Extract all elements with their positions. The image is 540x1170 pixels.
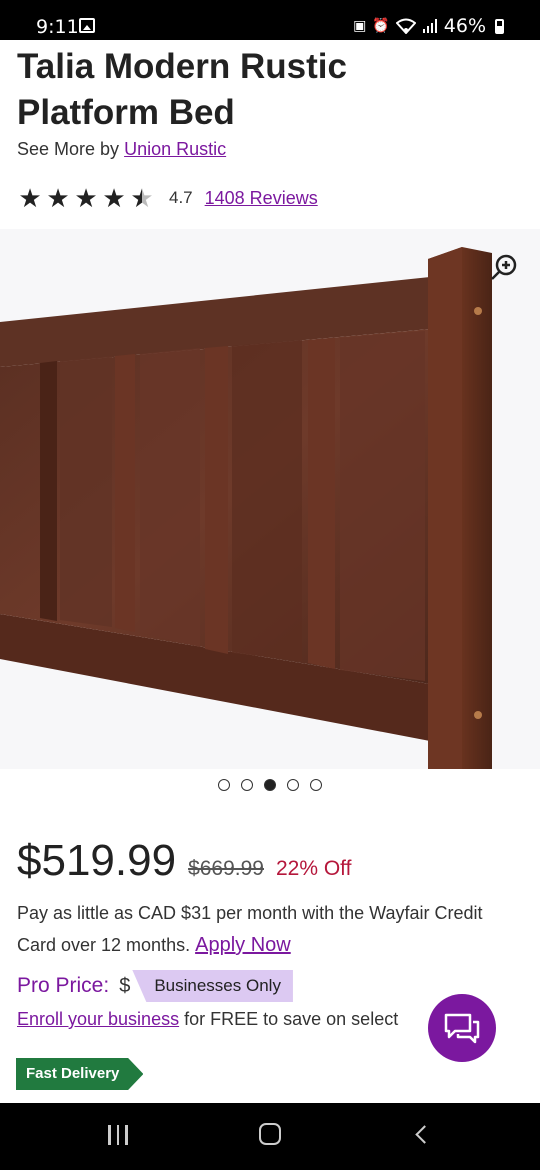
financing-offer: Pay as little as CAD $31 per month with …	[17, 897, 517, 961]
star-icon: ★	[18, 183, 42, 213]
discount-label: 22% Off	[275, 857, 352, 880]
battery-icon	[495, 18, 504, 34]
businesses-only-badge: Businesses Only	[128, 970, 293, 1002]
notification-icon: ▣	[353, 18, 367, 34]
price-row: $519.99 $669.99 22% Off	[17, 836, 351, 886]
product-title: Talia Modern Rustic Platform Bed	[17, 47, 347, 132]
chat-button[interactable]	[428, 994, 496, 1062]
pro-price-label: Pro Price:	[17, 974, 110, 997]
pro-price-dollar: $	[119, 974, 131, 997]
wifi-icon	[395, 18, 416, 34]
bed-headboard-photo	[0, 229, 540, 769]
star-icon: ★	[46, 183, 70, 213]
apply-now-link[interactable]: Apply Now	[195, 934, 291, 956]
product-image[interactable]	[0, 229, 540, 769]
alarm-icon: ⏰	[372, 18, 390, 34]
star-icon: ★	[74, 183, 98, 213]
status-time: 9:11	[36, 16, 79, 38]
brand-link[interactable]: Union Rustic	[124, 139, 226, 159]
carousel-indicator	[0, 779, 540, 791]
status-icons: ▣ ⏰ 46%	[353, 15, 504, 37]
carousel-dot[interactable]	[218, 779, 230, 791]
enroll-suffix: for FREE to save on select	[184, 1009, 399, 1029]
system-nav-bar	[0, 1103, 540, 1170]
rating-row: ★ ★ ★ ★ ★ 4.7 1408 Reviews	[17, 184, 318, 212]
fast-delivery-badge: Fast Delivery	[16, 1058, 144, 1090]
signal-icon	[422, 19, 437, 33]
back-button[interactable]	[415, 1125, 434, 1144]
carousel-dot-active[interactable]	[264, 779, 276, 791]
carousel-dot[interactable]	[310, 779, 322, 791]
battery-level: 46%	[443, 15, 486, 37]
status-bar: 9:11 ▣ ⏰ 46%	[0, 0, 540, 40]
chat-icon	[444, 1013, 480, 1044]
gallery-notification-icon	[79, 18, 95, 33]
carousel-dot[interactable]	[287, 779, 299, 791]
pro-price-row: Pro Price: $ Businesses Only	[17, 970, 293, 1002]
zoom-in-icon[interactable]	[490, 253, 518, 281]
star-icon: ★	[102, 183, 126, 213]
half-star-icon: ★	[130, 183, 154, 213]
recent-apps-button[interactable]	[108, 1125, 128, 1145]
rating-value: 4.7	[169, 188, 193, 207]
sale-price: $519.99	[17, 836, 177, 885]
original-price: $669.99	[188, 857, 264, 880]
home-button[interactable]	[259, 1123, 281, 1145]
enroll-business-link[interactable]: Enroll your business	[17, 1009, 179, 1029]
reviews-link[interactable]: 1408 Reviews	[205, 188, 318, 209]
see-more-by: See More by Union Rustic	[17, 139, 226, 160]
rating-stars: ★ ★ ★ ★ ★	[17, 184, 155, 212]
enroll-business-row: Enroll your business for FREE to save on…	[17, 1009, 398, 1030]
carousel-dot[interactable]	[241, 779, 253, 791]
see-more-prefix: See More by	[17, 139, 120, 159]
